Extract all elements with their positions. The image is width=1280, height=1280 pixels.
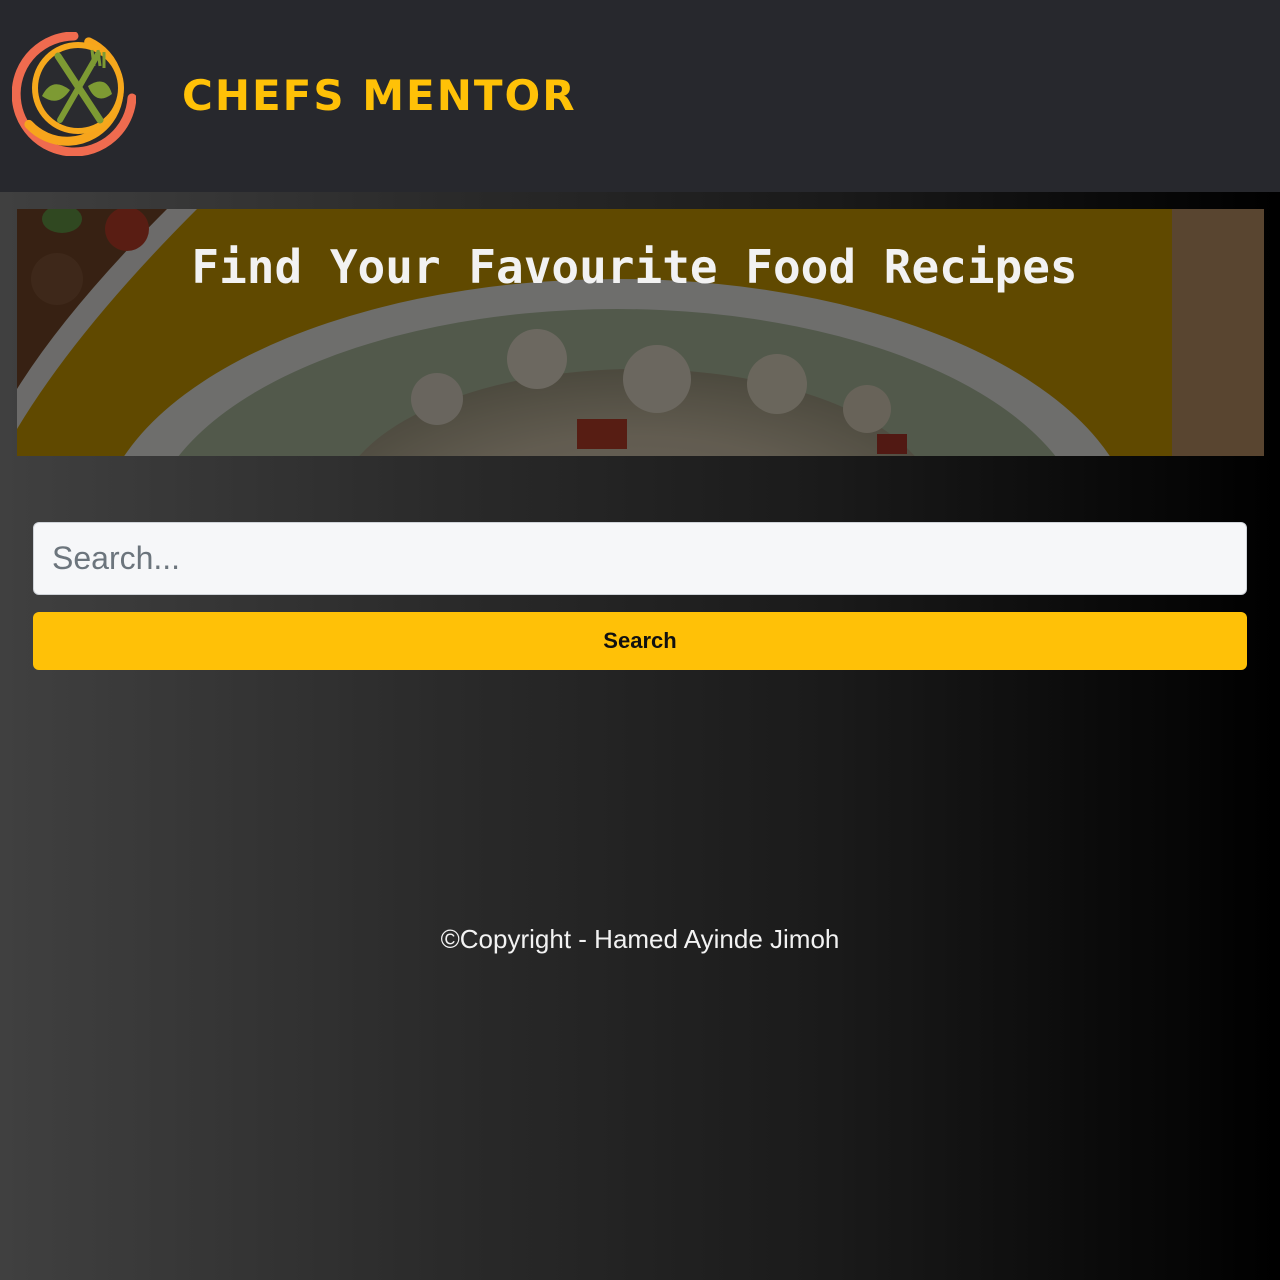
footer-copyright: ©Copyright - Hamed Ayinde Jimoh: [440, 924, 840, 954]
search-input[interactable]: [33, 522, 1247, 595]
hero-banner: Find Your Favourite Food Recipes: [17, 209, 1264, 456]
brand-name[interactable]: CHEFS MENTOR: [182, 70, 577, 122]
site-header: CHEFS MENTOR: [0, 0, 1280, 192]
hero-title: Find Your Favourite Food Recipes: [191, 240, 1078, 294]
chef-fork-leaf-logo-icon[interactable]: [11, 31, 137, 157]
search-button[interactable]: Search: [33, 612, 1247, 670]
